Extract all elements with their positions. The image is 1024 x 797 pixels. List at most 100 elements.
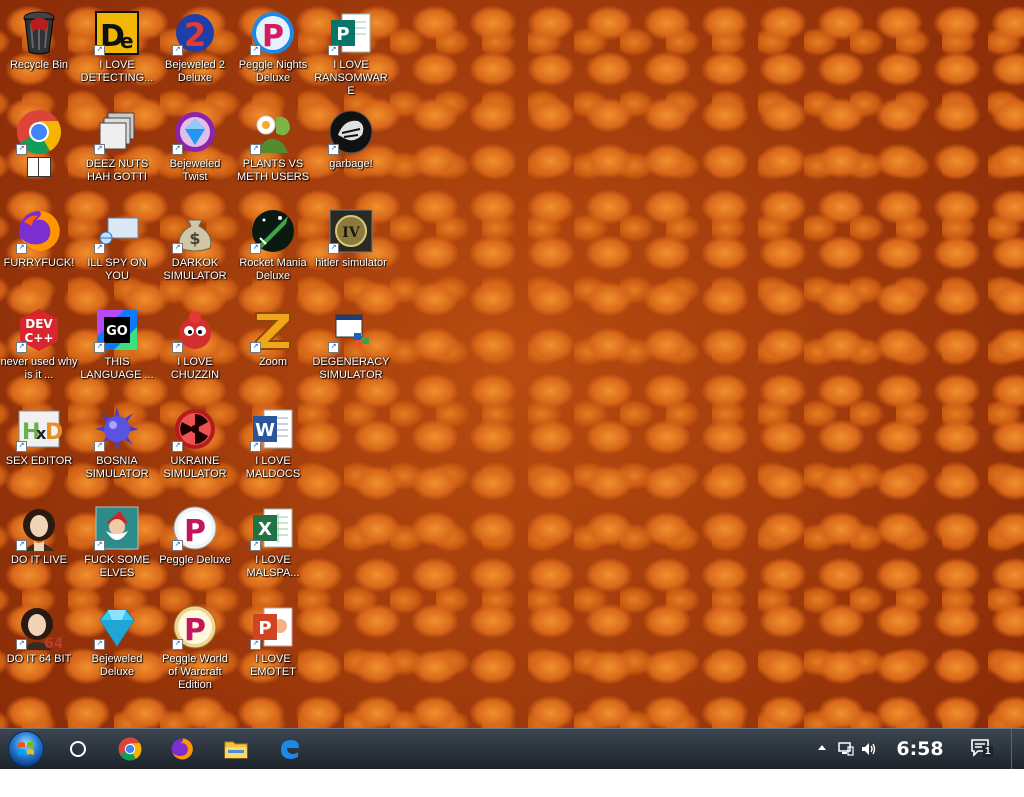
desktop-icon-bejeweled-deluxe[interactable]: ↗ Bejeweled Deluxe [78, 598, 156, 690]
dev-cpp-icon: DEV C++ ↗ [16, 307, 62, 353]
system-tray [812, 729, 884, 769]
desktop-icon-do-it-64-bit[interactable]: 64 ↗ DO IT 64 BIT [0, 598, 78, 690]
money-bag-icon: $ ↗ [172, 208, 218, 254]
svg-text:P: P [336, 24, 349, 45]
desktop-icon-label: I LOVE EMOTET [250, 653, 296, 678]
chrome-icon: ↗ [16, 109, 62, 155]
desktop-icon-i-love-emotet[interactable]: P ↗ I LOVE EMOTET [234, 598, 312, 690]
windows-app-icon: ↗ [328, 307, 374, 353]
shortcut-arrow-icon: ↗ [94, 243, 105, 254]
cortana-button[interactable] [60, 733, 96, 765]
shortcut-arrow-icon: ↗ [94, 441, 105, 452]
desktop-icon-i-love-maldocs[interactable]: W ↗ I LOVE MALDOCS [234, 400, 312, 492]
desktop-icon-label: I LOVE DETECTING... [80, 59, 154, 84]
desktop-icon-hitler-simulator[interactable]: IV ↗ hitler simulator [312, 202, 390, 294]
desktop-icon-label: Bejeweled 2 Deluxe [165, 59, 225, 84]
taskbar-firefox-button[interactable] [164, 733, 200, 765]
taskbar-edge-button[interactable] [272, 733, 308, 765]
desktop-icon-bejeweled-2[interactable]: 2 ↗ Bejeweled 2 Deluxe [156, 4, 234, 96]
desktop-icon-zoom[interactable]: ↗ Zoom [234, 301, 312, 393]
desktop-icon-i-love-chuzzin[interactable]: ↗ I LOVE CHUZZIN [156, 301, 234, 393]
shortcut-arrow-icon: ↗ [16, 441, 27, 452]
desktop-icon-peggle-warcraft[interactable]: P ↗ Peggle World of Warcraft Edition [156, 598, 234, 691]
shortcut-arrow-icon: ↗ [250, 342, 261, 353]
desktop-icon-bosnia-simulator[interactable]: ↗ BOSNIA SIMULATOR [78, 400, 156, 492]
desktop-icon-peggle-deluxe[interactable]: P ↗ Peggle Deluxe [156, 499, 234, 591]
clock[interactable]: 6:58 AM [884, 733, 956, 792]
desktop-icon-darkok-simulator[interactable]: $ ↗ DARKOK SIMULATOR [156, 202, 234, 294]
desktop-icon-label: Peggle Nights Deluxe [238, 59, 308, 84]
desktop-icon-ill-spy-on-you[interactable]: ↗ ILL SPY ON YOU [78, 202, 156, 294]
radiation-icon: ↗ [172, 406, 218, 452]
desktop-icon-sex-editor[interactable]: H x D ↗ SEX EDITOR [0, 400, 78, 492]
network-icon[interactable] [838, 741, 854, 757]
goland-icon: GO ↗ [94, 307, 140, 353]
action-center-button[interactable]: 1 [970, 738, 993, 758]
shortcut-arrow-icon: ↗ [250, 540, 261, 551]
svg-text:W: W [255, 420, 275, 441]
cortana-circle-icon [70, 741, 86, 757]
firefox-icon [171, 738, 193, 760]
portrait-icon: ↗ [16, 505, 62, 551]
volume-icon[interactable] [860, 741, 878, 757]
desktop-icon-label: Rocket Mania Deluxe [239, 257, 307, 282]
desktop-icon-label: UKRAINE SIMULATOR [163, 455, 227, 480]
shortcut-arrow-icon: ↗ [16, 639, 27, 650]
svg-text:P: P [262, 19, 284, 54]
desktop-icon-label: never used why is it ... [0, 356, 78, 381]
desktop-icon-recycle-bin[interactable]: Recycle Bin [0, 4, 78, 96]
desktop-icon-rocket-mania[interactable]: ↗ Rocket Mania Deluxe [234, 202, 312, 294]
desktop-icon-fuck-some-elves[interactable]: ↗ FUCK SOME ELVES [78, 499, 156, 591]
desktop-icon-i-love-malspa[interactable]: X ↗ I LOVE MALSPA... [234, 499, 312, 591]
show-hidden-icons-chevron-icon[interactable] [818, 745, 826, 750]
desktop-icon-bejeweled-twist[interactable]: ↗ Bejeweled Twist [156, 103, 234, 195]
desktop-icon-i-love-ransomware[interactable]: P ↗ I LOVE RANSOMWARE [312, 4, 390, 97]
shortcut-arrow-icon: ↗ [16, 243, 27, 254]
firefox-icon: ↗ [16, 208, 62, 254]
excel-icon: X ↗ [250, 505, 296, 551]
show-desktop-button[interactable] [1011, 729, 1024, 769]
svg-text:GO: GO [106, 324, 128, 339]
desktop-icon-do-it-live[interactable]: ↗ DO IT LIVE [0, 499, 78, 591]
desktop-icon-plants-vs-meth[interactable]: ↗ PLANTS VS METH USERS [234, 103, 312, 195]
hxd-icon: H x D ↗ [16, 406, 62, 452]
desktop-icon-degeneracy-simulator[interactable]: ↗ DEGENERACY SIMULATOR [312, 301, 390, 393]
svg-text:P: P [258, 618, 271, 639]
desktop-icon-garbage[interactable]: ↗ garbage! [312, 103, 390, 195]
publisher-icon: P ↗ [328, 10, 374, 56]
santa-icon: ↗ [94, 505, 140, 551]
shortcut-arrow-icon: ↗ [328, 342, 339, 353]
desktop-icon-peggle-nights[interactable]: P ↗ Peggle Nights Deluxe [234, 4, 312, 96]
desktop-icon-label: Bejeweled Deluxe [91, 653, 143, 678]
desktop-icon-label: DO IT LIVE [10, 554, 68, 566]
desktop-icon-ukraine-simulator[interactable]: ↗ UKRAINE SIMULATOR [156, 400, 234, 492]
svg-text:$: $ [189, 229, 200, 248]
desktop-icon-label: Bejeweled Twist [169, 158, 221, 183]
desktop-icon-furryfuck[interactable]: ↗ FURRYFUCK! [0, 202, 78, 294]
desktop-icon-deez-nuts[interactable]: ↗ DEEZ NUTS HAH GOTTI [78, 103, 156, 195]
peggle-icon: P ↗ [172, 505, 218, 551]
svg-text:P: P [184, 613, 206, 648]
windows-start-icon [8, 731, 44, 767]
desktop-icon-chrome[interactable]: ↗ [0, 103, 78, 195]
desktop-icon-label: THIS LANGUAGE ... [80, 356, 154, 381]
portrait-64-icon: 64 ↗ [16, 604, 62, 650]
svg-text:IV: IV [342, 225, 361, 241]
taskbar-file-explorer-button[interactable] [218, 733, 254, 765]
chrome-icon [118, 737, 142, 761]
desktop-icon-label: FURRYFUCK! [3, 257, 75, 269]
folder-icon [224, 741, 248, 759]
desktop-icon-never-used[interactable]: DEV C++ ↗ never used why is it ... [0, 301, 78, 393]
taskbar-chrome-button[interactable] [112, 733, 148, 765]
shortcut-arrow-icon: ↗ [172, 144, 183, 155]
shortcut-arrow-icon: ↗ [94, 45, 105, 56]
desktop-icon-label: DEEZ NUTS HAH GOTTI [85, 158, 149, 183]
desktop[interactable]: Recycle Bin ↗ ↗ FURRYFUCK! DEV C++ ↗ nev… [0, 0, 1024, 728]
desktop-icon-label: I LOVE CHUZZIN [170, 356, 220, 381]
shortcut-arrow-icon: ↗ [172, 243, 183, 254]
svg-text:D: D [45, 420, 62, 445]
desktop-icon-i-love-detecting[interactable]: D e ↗ I LOVE DETECTING... [78, 4, 156, 96]
start-button[interactable] [6, 730, 46, 768]
desktop-icon-label: I LOVE RANSOMWARE [314, 59, 388, 97]
desktop-icon-this-language[interactable]: GO ↗ THIS LANGUAGE ... [78, 301, 156, 393]
